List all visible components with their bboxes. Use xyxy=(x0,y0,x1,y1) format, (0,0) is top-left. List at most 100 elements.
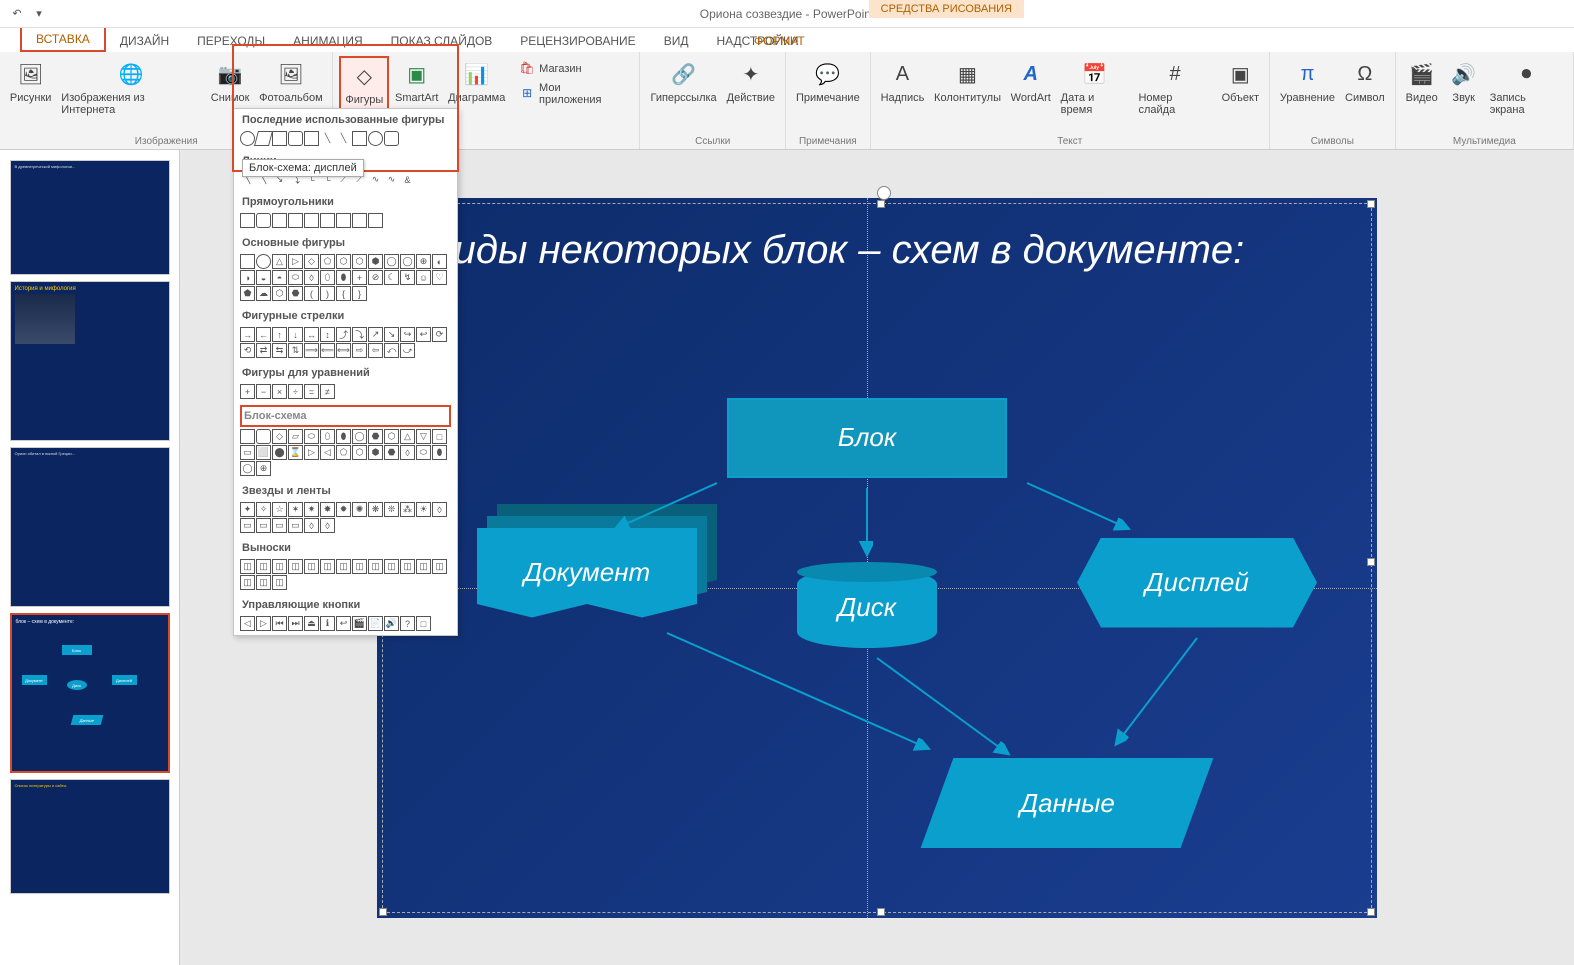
shape-item[interactable]: ℹ xyxy=(320,616,335,631)
shape-item[interactable]: ◁ xyxy=(320,445,335,460)
diagramma-button[interactable]: 📊Диаграмма xyxy=(444,56,509,110)
flowchart-document[interactable]: Документ xyxy=(477,528,697,618)
shape-item[interactable]: ◫ xyxy=(272,559,287,574)
shape-item[interactable]: ▷ xyxy=(304,445,319,460)
rotation-handle[interactable] xyxy=(877,186,891,200)
shapes-dropdown[interactable]: Последние использованные фигуры ╲ ╲ Блок… xyxy=(233,108,458,636)
shape-item[interactable]: + xyxy=(352,270,367,285)
figury-button[interactable]: ◇Фигуры xyxy=(339,56,389,110)
shape-item[interactable]: ◊ xyxy=(432,502,447,517)
shape-item[interactable]: ◇ xyxy=(272,429,287,444)
shape-item[interactable] xyxy=(240,213,255,228)
shape-item[interactable]: ↔ xyxy=(304,327,319,342)
shape-item[interactable]: ⬢ xyxy=(368,445,383,460)
shape-item[interactable]: ⟺ xyxy=(336,343,351,358)
shape-item[interactable]: ⬡ xyxy=(336,254,351,269)
resize-handle-r[interactable] xyxy=(1367,558,1375,566)
shape-item[interactable]: ╲ xyxy=(336,131,351,146)
shape-item[interactable]: ✷ xyxy=(304,502,319,517)
shape-item[interactable]: ⬭ xyxy=(304,429,319,444)
shape-item[interactable]: ▭ xyxy=(288,518,303,533)
shape-item[interactable]: ☆ xyxy=(272,502,287,517)
zapis-ekrana-button[interactable]: ⏺Запись экрана xyxy=(1486,56,1567,118)
shape-item[interactable]: ◑ xyxy=(240,270,255,285)
shape-item[interactable]: ◐ xyxy=(432,254,447,269)
giperssylka-button[interactable]: 🔗Гиперссылка xyxy=(646,56,720,106)
moi-prilozh-button[interactable]: ⊞Мои приложения xyxy=(515,80,629,108)
shape-item[interactable]: ⬤ xyxy=(272,445,287,460)
slide-thumb-5[interactable]: Список литературы и сайты xyxy=(10,779,170,894)
shape-item[interactable] xyxy=(288,213,303,228)
shape-item[interactable]: ▭ xyxy=(272,518,287,533)
shape-item[interactable]: ▱ xyxy=(288,429,303,444)
tab-dizain[interactable]: ДИЗАЙН xyxy=(106,30,183,52)
shape-item[interactable]: ⬮ xyxy=(336,270,351,285)
shape-item[interactable]: ⬡ xyxy=(272,286,287,301)
shape-item[interactable]: ✺ xyxy=(352,502,367,517)
primechanie-button[interactable]: 💬Примечание xyxy=(792,56,864,106)
shape-item[interactable]: ◫ xyxy=(240,575,255,590)
shape-item[interactable]: ⟹ xyxy=(304,343,319,358)
shape-item[interactable]: ⊕ xyxy=(256,461,271,476)
shape-item[interactable]: ≠ xyxy=(320,384,335,399)
shape-item[interactable]: ⏏ xyxy=(304,616,319,631)
shape-item[interactable]: ⇆ xyxy=(272,343,287,358)
shape-item[interactable]: ⤴ xyxy=(336,327,351,342)
shape-item[interactable]: ∿ xyxy=(368,172,383,187)
simvol-button[interactable]: ΩСимвол xyxy=(1341,56,1389,106)
kolontituly-button[interactable]: ▦Колонтитулы xyxy=(930,56,1005,118)
shape-item[interactable]: ⬭ xyxy=(288,270,303,285)
shape-item[interactable] xyxy=(240,254,255,269)
shape-item[interactable]: ↘ xyxy=(384,327,399,342)
shape-item[interactable]: ⟲ xyxy=(240,343,255,358)
shape-item[interactable]: ✹ xyxy=(336,502,351,517)
shape-item[interactable]: ( xyxy=(304,286,319,301)
shape-item[interactable]: ◁ xyxy=(240,616,255,631)
shape-item[interactable]: → xyxy=(240,327,255,342)
shape-item[interactable]: ↗ xyxy=(368,327,383,342)
shape-item[interactable]: ⇦ xyxy=(368,343,383,358)
drawing-tools-tab[interactable]: СРЕДСТВА РИСОВАНИЯ xyxy=(869,0,1024,18)
shape-item[interactable]: } xyxy=(352,286,367,301)
video-button[interactable]: 🎬Видео xyxy=(1402,56,1442,118)
shape-item[interactable] xyxy=(352,213,367,228)
shape-item[interactable]: ⤺ xyxy=(384,343,399,358)
undo-icon[interactable]: ↶ xyxy=(8,5,26,23)
shape-item[interactable]: ⬮ xyxy=(336,429,351,444)
shape-item[interactable]: ⬠ xyxy=(320,254,335,269)
shape-item[interactable]: ✶ xyxy=(288,502,303,517)
izobr-internet-button[interactable]: 🌐Изображения из Интернета xyxy=(57,56,205,118)
slide-title-text[interactable]: Виды некоторых блок – схем в документе: xyxy=(427,228,1244,273)
shape-item[interactable]: ⬣ xyxy=(384,445,399,460)
shape-item[interactable] xyxy=(352,131,367,146)
tab-vid[interactable]: ВИД xyxy=(650,30,703,52)
shape-item[interactable]: ◯ xyxy=(240,461,255,476)
shape-item[interactable]: ☀ xyxy=(416,502,431,517)
shape-item[interactable]: ↩ xyxy=(336,616,351,631)
tab-animacia[interactable]: АНИМАЦИЯ xyxy=(279,30,376,52)
shape-item[interactable]: ◓ xyxy=(272,270,287,285)
tab-pokaz[interactable]: ПОКАЗ СЛАЙДОВ xyxy=(377,30,507,52)
shape-item[interactable]: ⊕ xyxy=(416,254,431,269)
shape-item[interactable] xyxy=(368,213,383,228)
shape-item[interactable]: ⇄ xyxy=(256,343,271,358)
shape-item[interactable] xyxy=(368,131,383,146)
slide-thumb-4[interactable]: блок – схем в документе: Блок Документ Д… xyxy=(10,613,170,773)
shape-item[interactable]: ◊ xyxy=(304,270,319,285)
flowchart-block[interactable]: Блок xyxy=(727,398,1007,478)
shape-item[interactable]: = xyxy=(304,384,319,399)
shape-item[interactable]: ◫ xyxy=(400,559,415,574)
shape-item[interactable]: ☺ xyxy=(416,270,431,285)
shape-item[interactable]: ⟸ xyxy=(320,343,335,358)
shape-item[interactable]: ⬯ xyxy=(320,429,335,444)
shape-item[interactable] xyxy=(384,131,399,146)
shape-item[interactable]: ◯ xyxy=(352,429,367,444)
shape-item[interactable]: ▭ xyxy=(240,518,255,533)
shape-item[interactable]: ◫ xyxy=(368,559,383,574)
dropdown-icon[interactable]: ▾ xyxy=(30,5,48,23)
shape-item[interactable]: ⬡ xyxy=(352,445,367,460)
shape-item[interactable]: △ xyxy=(400,429,415,444)
smartart-button[interactable]: ▣SmartArt xyxy=(391,56,442,110)
shape-item[interactable]: ⬡ xyxy=(384,429,399,444)
shape-item[interactable]: ◯ xyxy=(384,254,399,269)
